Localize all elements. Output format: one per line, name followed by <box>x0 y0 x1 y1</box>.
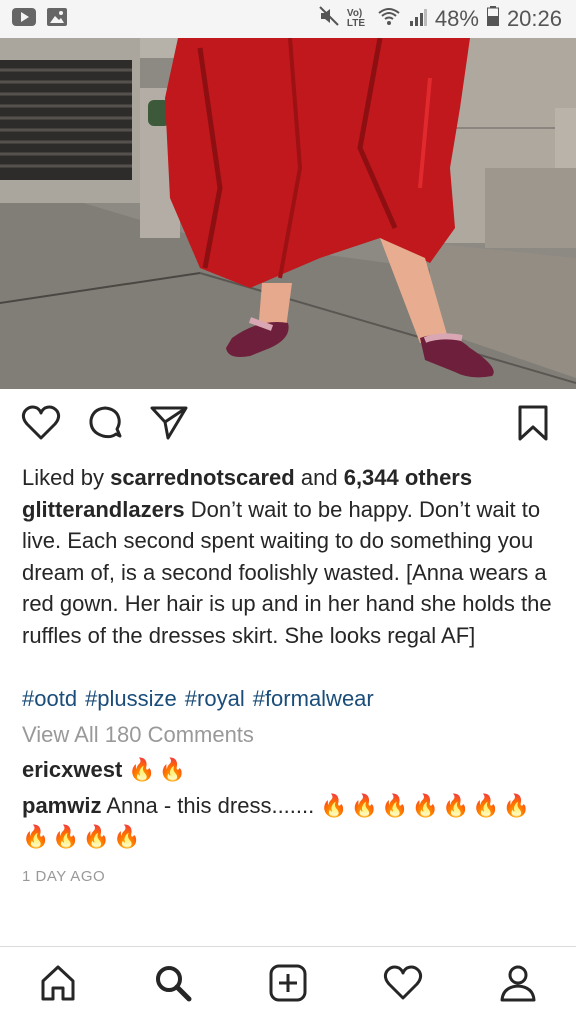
bottom-nav <box>0 946 576 1024</box>
comment-item: ericxwest 🔥🔥 <box>22 754 556 786</box>
post-timestamp: 1 DAY AGO <box>22 867 106 885</box>
post-details: Liked by scarrednotscared and 6,344 othe… <box>22 462 556 892</box>
profile-icon <box>498 963 538 1008</box>
nav-home[interactable] <box>30 958 86 1014</box>
search-icon <box>153 963 193 1008</box>
liked-by-username[interactable]: scarrednotscared <box>110 465 295 490</box>
comment-icon <box>86 404 124 447</box>
clock: 20:26 <box>506 6 562 31</box>
likes-count[interactable]: 6,344 others <box>344 465 472 490</box>
fire-emoji: 🔥🔥 <box>128 757 190 782</box>
share-button[interactable] <box>148 404 190 446</box>
like-button[interactable] <box>20 404 62 446</box>
caption-username[interactable]: glitterandlazers <box>22 497 185 522</box>
wifi-icon <box>377 6 401 32</box>
comment-item: pamwiz Anna - this dress....... 🔥🔥🔥🔥🔥🔥🔥🔥… <box>22 790 556 853</box>
hashtag[interactable]: #ootd <box>22 686 77 711</box>
likes-line: Liked by scarrednotscared and 6,344 othe… <box>22 462 556 494</box>
likes-middle: and <box>300 465 338 490</box>
volte-icon: Vo) LTE <box>346 8 366 29</box>
nav-activity[interactable] <box>375 958 431 1014</box>
comment-text: Anna - this dress....... <box>106 792 315 818</box>
nav-new-post[interactable] <box>260 958 316 1014</box>
status-bar: Vo) LTE 48% 20:26 <box>0 0 576 38</box>
nav-profile[interactable] <box>490 958 546 1014</box>
activity-heart-icon <box>383 965 423 1006</box>
hashtag[interactable]: #plussize <box>85 686 177 711</box>
comment-username[interactable]: pamwiz <box>22 793 101 818</box>
add-post-icon <box>268 963 308 1008</box>
hashtags: #ootd #plussize #royal #formalwear <box>22 683 556 715</box>
battery-percent: 48% <box>434 6 479 31</box>
post-photo[interactable] <box>0 38 576 389</box>
mute-icon <box>319 6 339 32</box>
hashtag[interactable]: #royal <box>185 686 245 711</box>
heart-icon <box>21 405 61 446</box>
comment-username[interactable]: ericxwest <box>22 757 122 782</box>
save-button[interactable] <box>512 404 554 446</box>
comment-button[interactable] <box>84 404 126 446</box>
image-icon <box>46 7 68 32</box>
home-icon <box>38 963 78 1008</box>
nav-search[interactable] <box>145 958 201 1014</box>
likes-prefix: Liked by <box>22 465 104 490</box>
caption: glitterandlazers Don’t wait to be happy.… <box>22 494 556 652</box>
youtube-icon <box>12 7 36 31</box>
send-icon <box>149 404 189 447</box>
battery-icon <box>486 6 499 32</box>
bookmark-icon <box>517 404 549 447</box>
signal-icon <box>409 6 427 32</box>
post-actions <box>0 400 576 452</box>
view-all-comments-link[interactable]: View All 180 Comments <box>22 719 556 751</box>
hashtag[interactable]: #formalwear <box>253 686 374 711</box>
